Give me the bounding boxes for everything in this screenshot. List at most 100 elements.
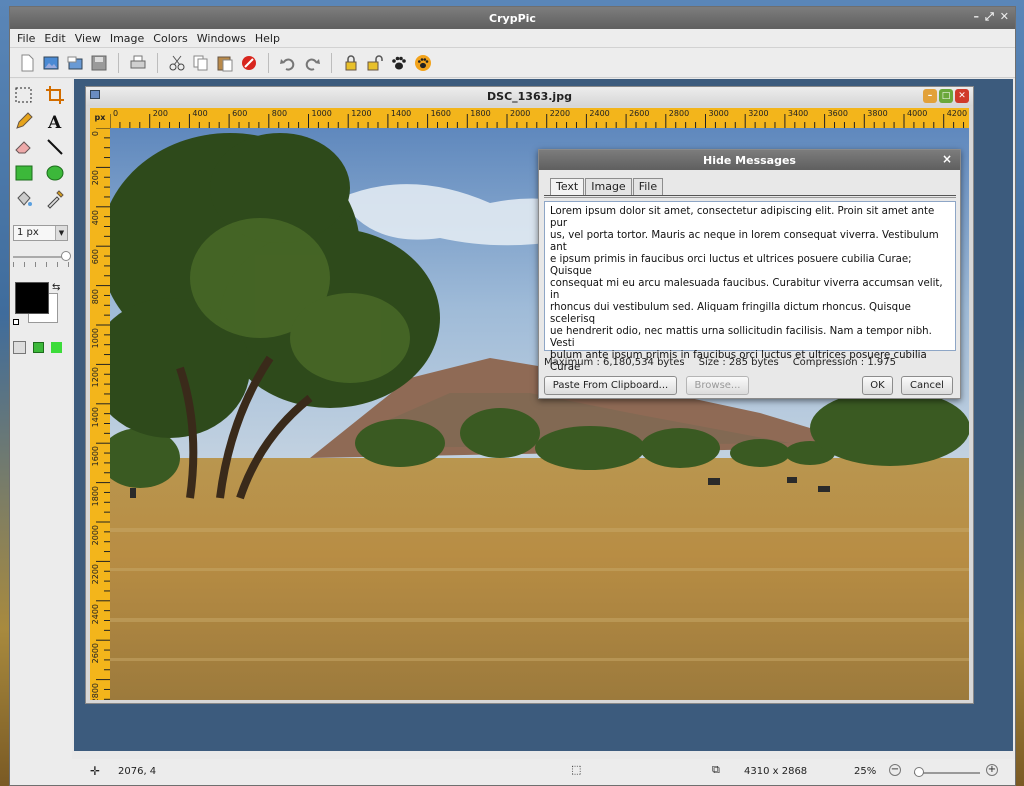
slider-ticks	[13, 262, 69, 267]
ruler-label: 400	[192, 109, 208, 118]
dialog-title-bar[interactable]: Hide Messages ×	[539, 150, 960, 170]
cut-icon[interactable]	[166, 52, 188, 74]
paste-from-clipboard-button[interactable]: Paste From Clipboard...	[544, 376, 677, 395]
fill-mode-filled-icon[interactable]	[51, 342, 62, 353]
rectangle-tool-icon[interactable]	[13, 162, 35, 184]
svg-text:A: A	[47, 113, 62, 131]
export-icon[interactable]	[64, 52, 86, 74]
zoom-slider[interactable]	[914, 767, 980, 777]
selection-icon: ⬚	[571, 763, 582, 776]
swap-colors-icon[interactable]: ⇆	[52, 282, 60, 293]
message-textarea[interactable]: Lorem ipsum dolor sit amet, consectetur …	[544, 201, 956, 373]
unlock-icon[interactable]	[364, 52, 386, 74]
text-tool-icon[interactable]: A	[44, 110, 66, 132]
browse-button[interactable]: Browse...	[686, 376, 749, 395]
menu-edit[interactable]: Edit	[44, 32, 65, 45]
ruler-label: 4200	[946, 109, 968, 118]
ruler-label: 2400	[589, 109, 610, 118]
lock-icon[interactable]	[340, 52, 362, 74]
document-icon	[90, 90, 100, 99]
fill-bucket-icon[interactable]	[13, 188, 35, 210]
menu-image[interactable]: Image	[110, 32, 144, 45]
pencil-icon[interactable]	[13, 110, 35, 132]
ruler-label: 0	[91, 131, 100, 137]
print-icon[interactable]	[127, 52, 149, 74]
window-title: CrypPic	[489, 11, 536, 25]
tab-image[interactable]: Image	[585, 178, 632, 195]
reset-colors-icon[interactable]	[13, 319, 19, 325]
move-cursor-icon: ✛	[90, 764, 101, 778]
menu-file[interactable]: File	[17, 32, 35, 45]
chevron-down-icon: ▼	[55, 226, 67, 240]
document-controls: – □ ✕	[923, 89, 969, 103]
dialog-title: Hide Messages	[703, 153, 796, 167]
ellipse-tool-icon[interactable]	[44, 162, 66, 184]
ruler-label: 600	[91, 249, 100, 265]
undo-icon[interactable]	[277, 52, 299, 74]
paw-icon[interactable]	[388, 52, 410, 74]
ruler-label: 3400	[787, 109, 809, 118]
cursor-position: 2076, 4	[118, 766, 157, 777]
minimize-button[interactable]: –	[973, 10, 979, 24]
status-bar: ✛ 2076, 4 ⬚ ⧉ 4310 x 2868 25% − +	[10, 759, 1015, 785]
zoom-level: 25%	[854, 766, 877, 777]
ok-button[interactable]: OK	[862, 376, 893, 395]
zoom-out-button[interactable]: −	[889, 764, 901, 776]
maximize-button[interactable]: ⤢	[985, 10, 994, 24]
menu-view[interactable]: View	[75, 32, 101, 45]
fill-mode-outline-icon[interactable]	[13, 341, 26, 354]
toolbar	[10, 48, 1015, 78]
fill-mode-filled-outline-icon[interactable]	[33, 342, 44, 353]
hide-messages-dialog: Hide Messages × Text Image File Lorem ip…	[538, 149, 961, 399]
line-tool-icon[interactable]	[44, 136, 66, 158]
rect-select-icon[interactable]	[13, 84, 35, 106]
ruler-label: 1600	[430, 109, 451, 118]
opacity-slider[interactable]	[13, 251, 71, 261]
document-title: DSC_1363.jpg	[487, 90, 572, 103]
doc-close-button[interactable]: ✕	[955, 89, 969, 103]
menu-colors[interactable]: Colors	[153, 32, 187, 45]
title-bar[interactable]: CrypPic – ⤢ ✕	[10, 7, 1015, 29]
paste-icon[interactable]	[214, 52, 236, 74]
ruler-label: 2600	[629, 109, 650, 118]
dialog-tabs: Text Image File	[550, 178, 664, 195]
new-file-icon[interactable]	[16, 52, 38, 74]
menu-windows[interactable]: Windows	[197, 32, 246, 45]
stop-icon[interactable]	[238, 52, 260, 74]
copy-icon[interactable]	[190, 52, 212, 74]
ruler-label: 2000	[91, 525, 100, 546]
brush-size-select[interactable]: 1 px ▼	[13, 225, 68, 241]
close-button[interactable]: ✕	[1000, 10, 1009, 24]
toolbar-separator	[268, 52, 269, 73]
compression-ratio: Compression : 1.975	[792, 357, 896, 368]
ruler-label: 3200	[748, 109, 769, 118]
ruler-label: 4000	[907, 109, 928, 118]
zoom-slider-knob[interactable]	[914, 767, 924, 777]
dialog-close-icon[interactable]: ×	[942, 152, 952, 166]
window-controls: – ⤢ ✕	[973, 10, 1009, 24]
crop-icon[interactable]	[44, 84, 66, 106]
maximum-bytes: Maximum : 6,180,534 bytes	[544, 357, 685, 368]
zoom-in-button[interactable]: +	[986, 764, 998, 776]
app-window: CrypPic – ⤢ ✕ File Edit View Image Color…	[9, 6, 1016, 786]
ruler-label: 1000	[311, 109, 332, 118]
vertical-ruler: 0 200 400 600 800 1000 1200 1400 1600 1800 2000 220…	[90, 128, 110, 700]
color-picker-icon[interactable]	[44, 188, 66, 210]
redo-icon[interactable]	[301, 52, 323, 74]
eraser-icon[interactable]	[13, 136, 35, 158]
menu-help[interactable]: Help	[255, 32, 280, 45]
document-title-bar[interactable]: DSC_1363.jpg – □ ✕	[86, 87, 973, 106]
ruler-label: 3000	[708, 109, 729, 118]
tab-file[interactable]: File	[632, 178, 664, 195]
doc-minimize-button[interactable]: –	[923, 89, 937, 103]
open-image-icon[interactable]	[40, 52, 62, 74]
doc-maximize-button[interactable]: □	[939, 89, 953, 103]
save-icon[interactable]	[88, 52, 110, 74]
foreground-color-swatch[interactable]	[15, 282, 49, 314]
slider-knob[interactable]	[61, 251, 71, 261]
paw-orange-icon[interactable]	[412, 52, 434, 74]
tab-text[interactable]: Text	[550, 178, 585, 195]
menu-bar: File Edit View Image Colors Windows Help	[10, 29, 1015, 48]
tab-divider	[544, 195, 956, 198]
cancel-button[interactable]: Cancel	[901, 376, 953, 395]
